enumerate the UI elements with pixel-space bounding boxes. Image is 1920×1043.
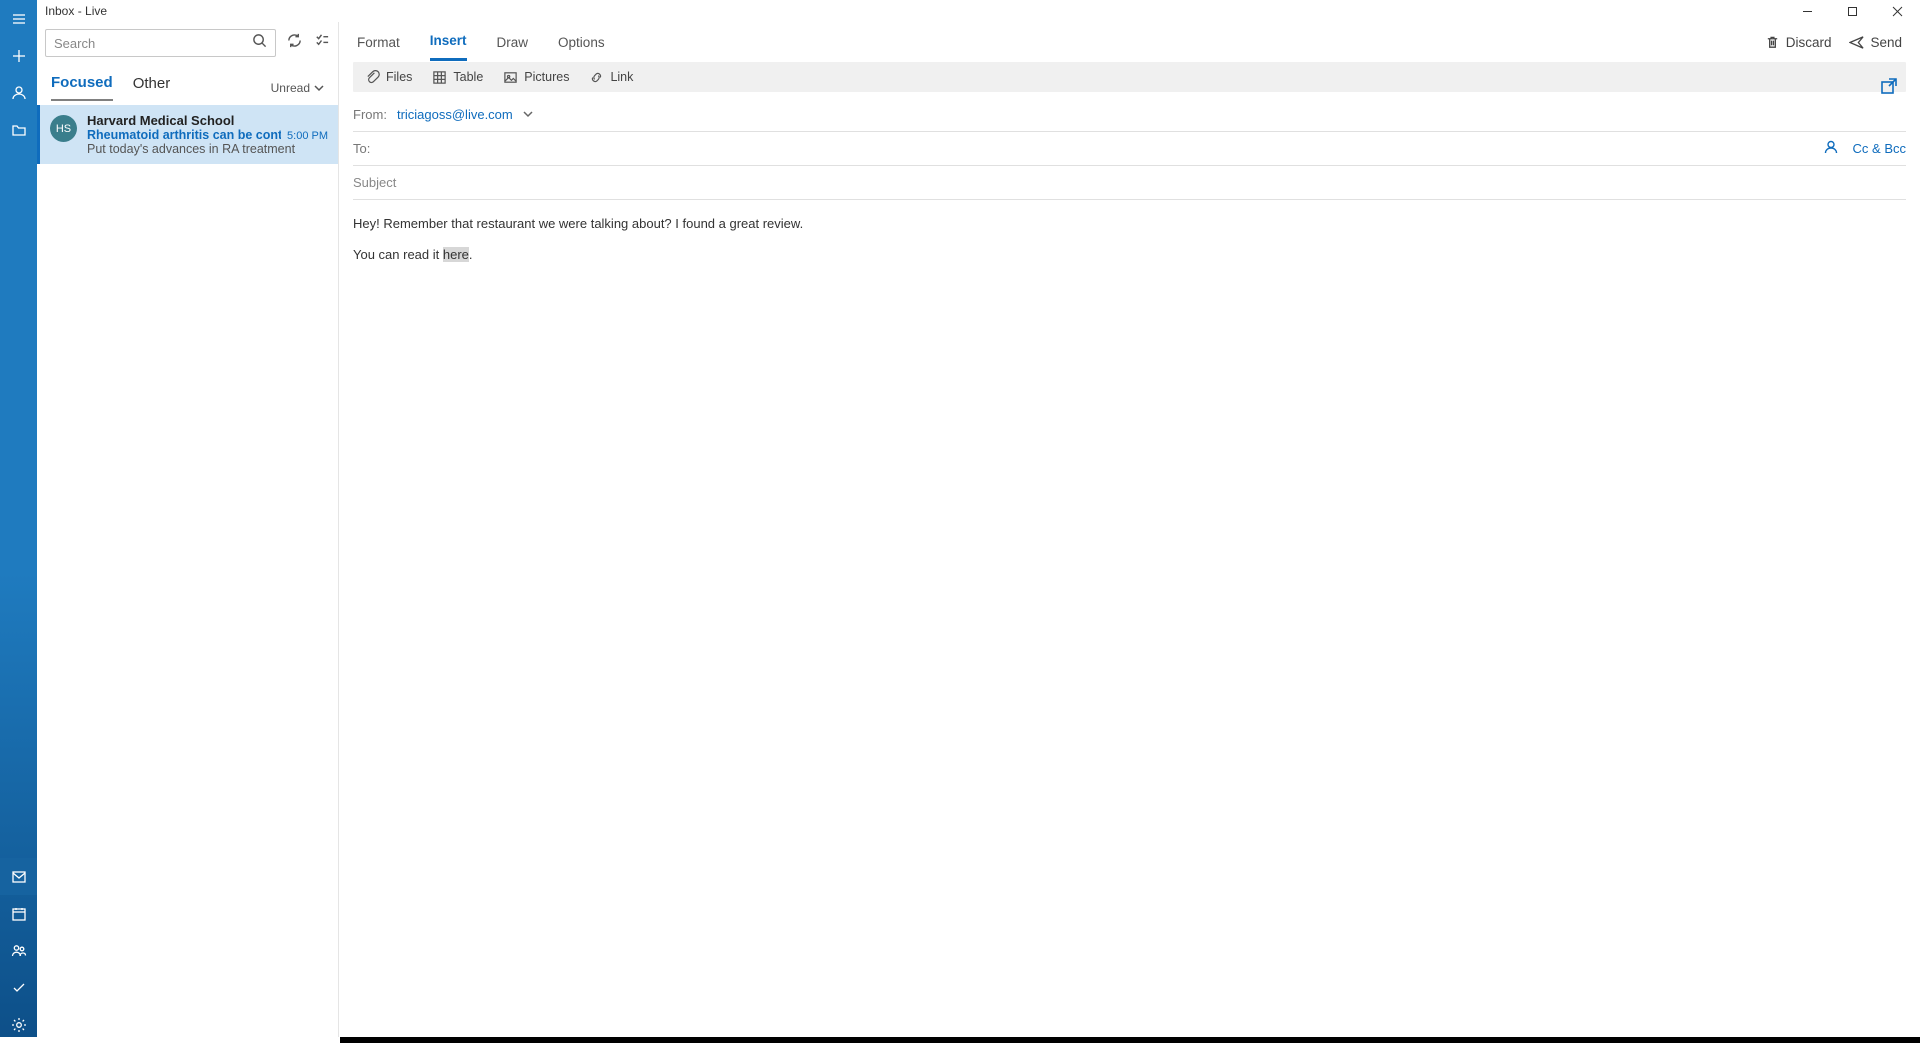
message-list-pane: Focused Other Unread HS Harvard Medical … — [37, 22, 339, 1043]
body-text: You can read it — [353, 247, 443, 262]
compose-body[interactable]: Hey! Remember that restaurant we were ta… — [339, 200, 1920, 280]
send-button[interactable]: Send — [1849, 35, 1902, 50]
close-button[interactable] — [1875, 0, 1920, 22]
body-text: . — [469, 247, 473, 262]
to-row[interactable]: To: Cc & Bcc — [353, 132, 1906, 166]
message-time: 5:00 PM — [287, 130, 328, 142]
accounts-icon[interactable] — [0, 74, 37, 111]
link-icon — [589, 70, 604, 85]
send-label: Send — [1870, 35, 1902, 50]
from-row: From: triciagoss@live.com — [353, 98, 1906, 132]
people-picker-icon[interactable] — [1823, 139, 1839, 158]
table-icon — [432, 70, 447, 85]
subject-input[interactable] — [353, 175, 1906, 190]
body-selected-text: here — [443, 247, 469, 262]
insert-table[interactable]: Table — [424, 66, 491, 89]
tab-other[interactable]: Other — [133, 75, 171, 100]
attachment-icon — [365, 70, 380, 85]
discard-label: Discard — [1786, 35, 1832, 50]
tab-format[interactable]: Format — [357, 25, 400, 60]
from-value[interactable]: triciagoss@live.com — [397, 107, 513, 122]
send-icon — [1849, 35, 1864, 50]
tab-options[interactable]: Options — [558, 25, 605, 60]
avatar: HS — [50, 115, 77, 142]
insert-pictures-label: Pictures — [524, 70, 569, 84]
inbox-tabs: Focused Other Unread — [37, 64, 338, 101]
hamburger-icon[interactable] — [0, 0, 37, 37]
insert-pictures[interactable]: Pictures — [495, 66, 577, 89]
title-bar: Inbox - Live — [37, 0, 1920, 22]
calendar-app-icon[interactable] — [0, 895, 37, 932]
to-label: To: — [353, 141, 370, 156]
compose-pane: Format Insert Draw Options Discard Send … — [339, 22, 1920, 1043]
chevron-down-icon — [314, 83, 324, 93]
to-input[interactable] — [380, 141, 1822, 156]
minimize-button[interactable] — [1785, 0, 1830, 22]
insert-table-label: Table — [453, 70, 483, 84]
picture-icon — [503, 70, 518, 85]
folders-icon[interactable] — [0, 111, 37, 148]
message-subject: Rheumatoid arthritis can be controlle — [87, 128, 281, 142]
nav-rail — [0, 0, 37, 1043]
cc-bcc-link[interactable]: Cc & Bcc — [1853, 141, 1906, 156]
tab-focused[interactable]: Focused — [51, 74, 113, 101]
popout-icon[interactable] — [1880, 77, 1898, 100]
from-label: From: — [353, 107, 387, 122]
body-line-2: You can read it here. — [353, 245, 1906, 266]
search-icon[interactable] — [252, 33, 267, 53]
trash-icon — [1765, 35, 1780, 50]
discard-button[interactable]: Discard — [1765, 35, 1832, 50]
body-line-1: Hey! Remember that restaurant we were ta… — [353, 214, 1906, 235]
search-box[interactable] — [45, 29, 276, 57]
subject-row[interactable] — [353, 166, 1906, 200]
filter-label: Unread — [271, 81, 310, 95]
mail-app-icon[interactable] — [0, 858, 37, 895]
message-preview: Put today's advances in RA treatment — [87, 142, 328, 156]
ribbon-commands: Files Table Pictures Link — [353, 62, 1906, 92]
insert-files[interactable]: Files — [357, 66, 420, 89]
message-item[interactable]: HS Harvard Medical School Rheumatoid art… — [37, 105, 338, 164]
sync-icon[interactable] — [286, 32, 303, 54]
tab-draw[interactable]: Draw — [497, 25, 529, 60]
insert-files-label: Files — [386, 70, 412, 84]
search-row — [37, 22, 338, 64]
tab-insert[interactable]: Insert — [430, 23, 467, 61]
people-app-icon[interactable] — [0, 932, 37, 969]
maximize-button[interactable] — [1830, 0, 1875, 22]
todo-app-icon[interactable] — [0, 969, 37, 1006]
from-dropdown[interactable] — [523, 107, 533, 122]
new-mail-icon[interactable] — [0, 37, 37, 74]
chevron-down-icon — [523, 109, 533, 119]
ribbon-tabs: Format Insert Draw Options Discard Send — [339, 22, 1920, 62]
select-mode-icon[interactable] — [313, 32, 330, 54]
message-sender: Harvard Medical School — [87, 113, 328, 128]
search-input[interactable] — [54, 36, 252, 51]
filter-unread[interactable]: Unread — [271, 81, 324, 95]
insert-link-label: Link — [610, 70, 633, 84]
window-title: Inbox - Live — [45, 4, 107, 18]
insert-link[interactable]: Link — [581, 66, 641, 89]
taskbar-sliver — [0, 1037, 1920, 1043]
window-controls — [1785, 0, 1920, 22]
